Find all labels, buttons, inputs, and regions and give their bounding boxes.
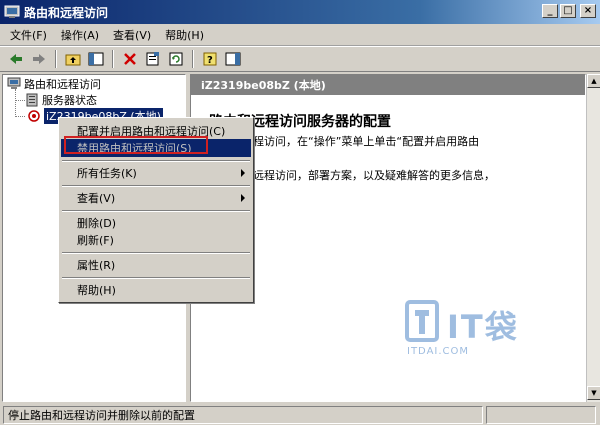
watermark-url: ITDAI.COM bbox=[407, 346, 470, 357]
tree-connector bbox=[15, 116, 25, 117]
menu-separator bbox=[62, 185, 250, 187]
submenu-arrow-icon bbox=[241, 194, 245, 202]
menu-separator bbox=[62, 210, 250, 212]
tree-item-label: 服务器状态 bbox=[42, 94, 97, 107]
submenu-arrow-icon bbox=[241, 169, 245, 177]
menu-bar: 文件(F) 操作(A) 查看(V) 帮助(H) bbox=[0, 24, 600, 46]
tree-root-node[interactable]: 路由和远程访问 bbox=[7, 76, 101, 92]
refresh-icon[interactable] bbox=[166, 49, 186, 69]
ctx-view[interactable]: 查看(V) bbox=[61, 189, 251, 207]
server-down-icon bbox=[27, 109, 41, 123]
menu-separator bbox=[62, 252, 250, 254]
content-line-3: 关路由和远程访问，部署方案，以及疑难解答的更多信息， bbox=[209, 169, 495, 182]
up-folder-icon[interactable] bbox=[63, 49, 83, 69]
menu-file[interactable]: 文件(F) bbox=[4, 25, 53, 45]
menu-separator bbox=[62, 277, 250, 279]
status-text: 停止路由和远程访问并删除以前的配置 bbox=[3, 405, 483, 424]
content-line-1: 路由和远程访问，在“操作”菜单上单击“配置并启用路由 bbox=[209, 135, 480, 148]
show-hide-action-pane-icon[interactable] bbox=[223, 49, 243, 69]
ctx-properties[interactable]: 属性(R) bbox=[61, 256, 251, 274]
menu-action[interactable]: 操作(A) bbox=[55, 25, 105, 45]
show-hide-tree-icon[interactable] bbox=[86, 49, 106, 69]
ctx-delete[interactable]: 删除(D) bbox=[61, 214, 251, 232]
menu-help[interactable]: 帮助(H) bbox=[159, 25, 210, 45]
computer-icon bbox=[7, 77, 21, 91]
watermark-brand: IT袋 bbox=[447, 308, 519, 346]
tree-root-label: 路由和远程访问 bbox=[24, 78, 101, 91]
properties-icon[interactable] bbox=[143, 49, 163, 69]
ctx-refresh[interactable]: 刷新(F) bbox=[61, 231, 251, 249]
window-title: 路由和远程访问 bbox=[24, 5, 109, 20]
minimize-button[interactable]: _ bbox=[542, 4, 558, 18]
close-button[interactable]: × bbox=[580, 4, 596, 18]
content-line-4: 帮助。 bbox=[209, 183, 579, 197]
ctx-all-tasks[interactable]: 所有任务(K) bbox=[61, 164, 251, 182]
tree-item-server-status[interactable]: 服务器状态 bbox=[25, 92, 97, 108]
content-header: iZ2319be08bZ (本地) bbox=[191, 75, 585, 95]
ctx-help[interactable]: 帮助(H) bbox=[61, 281, 251, 299]
vertical-scrollbar[interactable]: ▲ ▼ bbox=[586, 74, 600, 402]
title-bar: 路由和远程访问 _ □ × bbox=[0, 0, 600, 24]
toolbar-separator bbox=[112, 50, 114, 68]
routing-app-icon bbox=[4, 4, 20, 20]
scroll-down-button[interactable]: ▼ bbox=[587, 386, 600, 400]
menu-separator bbox=[62, 160, 250, 162]
itdai-logo-icon bbox=[405, 300, 439, 342]
content-line-2: 访问”。 bbox=[209, 149, 579, 163]
status-cell bbox=[486, 405, 596, 424]
status-bar: 停止路由和远程访问并删除以前的配置 bbox=[0, 404, 600, 425]
toolbar: ? bbox=[0, 46, 600, 72]
svg-text:?: ? bbox=[207, 55, 213, 66]
tree-connector bbox=[15, 100, 25, 101]
ctx-view-label: 查看(V) bbox=[77, 192, 116, 205]
menu-view[interactable]: 查看(V) bbox=[107, 25, 157, 45]
server-status-icon bbox=[25, 93, 39, 107]
toolbar-separator bbox=[192, 50, 194, 68]
scroll-up-button[interactable]: ▲ bbox=[587, 74, 600, 88]
tree-connector bbox=[15, 89, 16, 117]
maximize-button[interactable]: □ bbox=[560, 4, 576, 18]
help-icon[interactable]: ? bbox=[200, 49, 220, 69]
delete-icon[interactable] bbox=[120, 49, 140, 69]
itdai-watermark: IT袋 ITDAI.COM bbox=[405, 300, 565, 360]
toolbar-separator bbox=[55, 50, 57, 68]
forward-arrow-icon[interactable] bbox=[29, 49, 49, 69]
back-arrow-icon[interactable] bbox=[6, 49, 26, 69]
highlight-annotation bbox=[64, 136, 208, 154]
ctx-all-tasks-label: 所有任务(K) bbox=[77, 167, 137, 180]
